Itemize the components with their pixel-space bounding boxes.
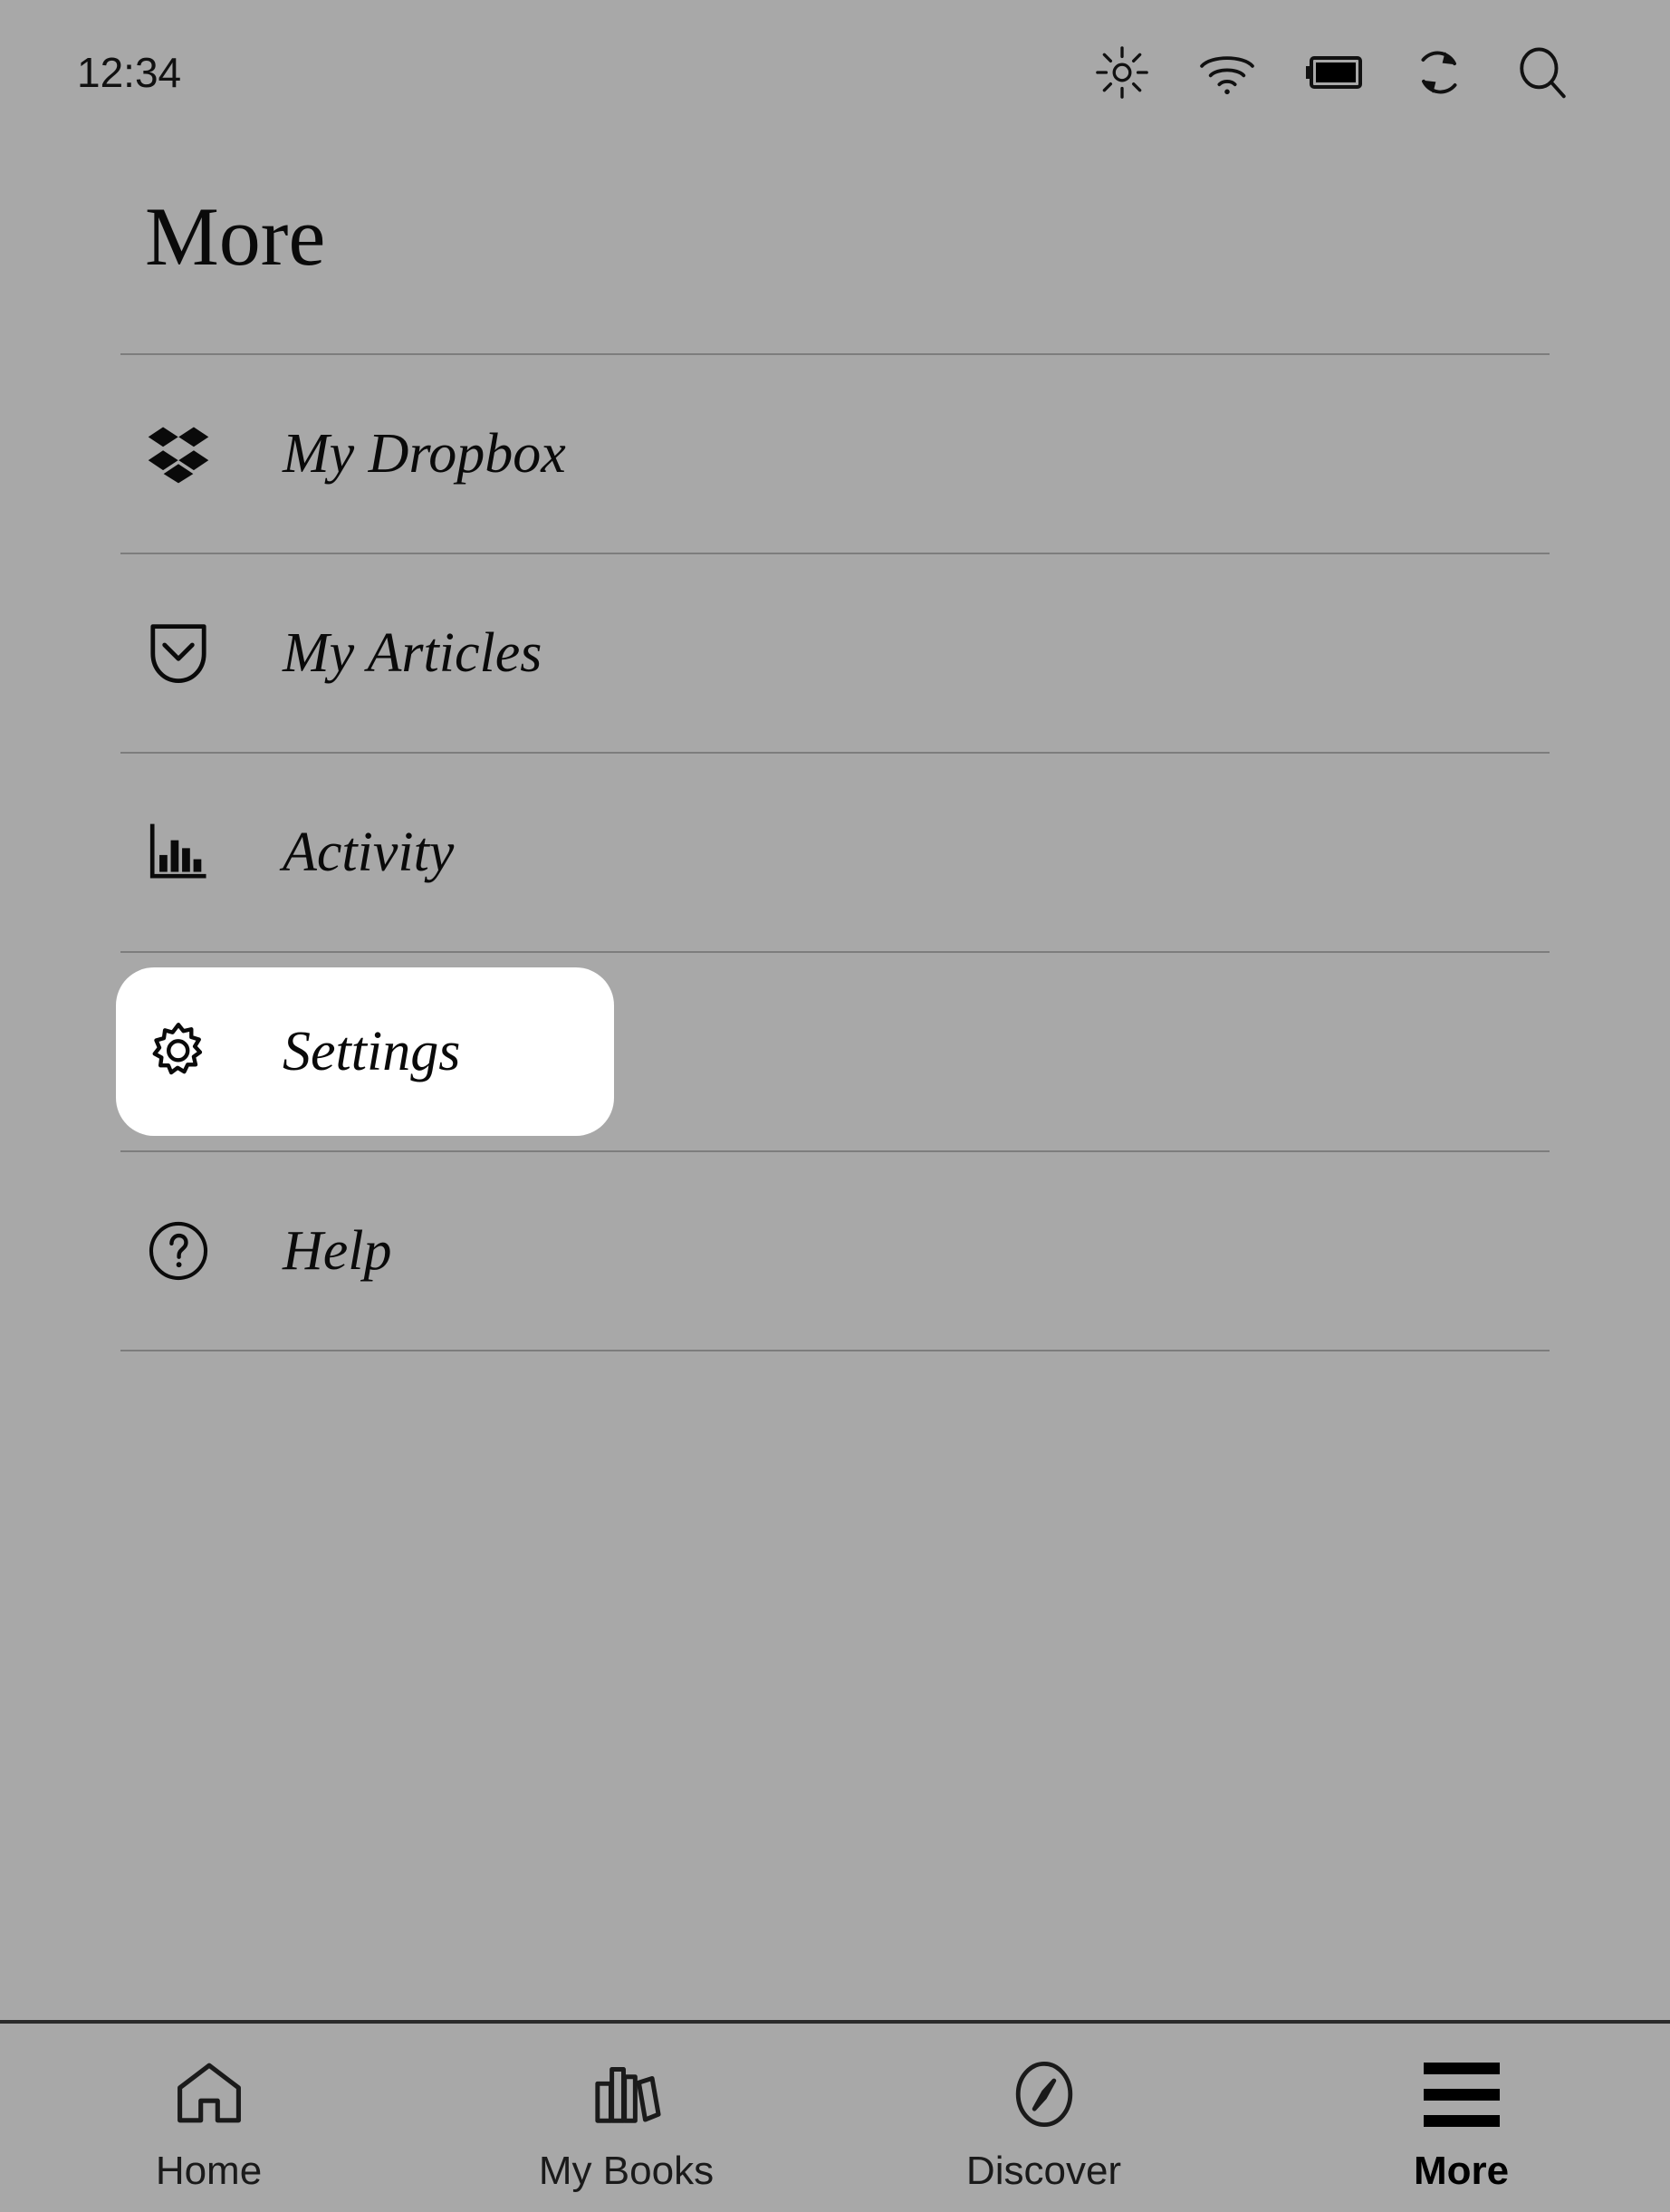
nav-tab-label: My Books bbox=[539, 2149, 714, 2194]
nav-tab-discover[interactable]: Discover bbox=[835, 2024, 1252, 2212]
brightness-icon[interactable] bbox=[1094, 44, 1150, 101]
battery-icon[interactable] bbox=[1304, 54, 1364, 91]
menu-item-my-articles[interactable]: My Articles bbox=[0, 554, 1670, 752]
menu-item-label: Help bbox=[283, 1219, 392, 1284]
status-bar: 12:34 bbox=[0, 0, 1670, 145]
divider bbox=[120, 1350, 1550, 1351]
ereader-more-screen: 12:34 bbox=[0, 0, 1670, 2212]
menu-item-label: My Dropbox bbox=[283, 422, 566, 486]
bottom-navigation-bar: Home My Books Discover bbox=[0, 2020, 1670, 2212]
nav-tab-label: Discover bbox=[966, 2149, 1121, 2194]
books-icon bbox=[592, 2056, 661, 2132]
page-title: More bbox=[145, 195, 325, 278]
nav-tab-label: More bbox=[1414, 2149, 1509, 2194]
compass-icon bbox=[1011, 2056, 1078, 2132]
wifi-icon[interactable] bbox=[1197, 49, 1257, 96]
menu-item-label: Activity bbox=[283, 821, 454, 885]
menu-item-my-dropbox[interactable]: My Dropbox bbox=[0, 355, 1670, 553]
bar-chart-icon bbox=[145, 819, 212, 886]
menu-item-label: My Articles bbox=[283, 621, 542, 686]
question-circle-icon bbox=[145, 1217, 212, 1284]
nav-tab-home[interactable]: Home bbox=[0, 2024, 418, 2212]
status-time: 12:34 bbox=[77, 48, 181, 97]
search-icon[interactable] bbox=[1514, 44, 1570, 101]
menu-item-activity[interactable]: Activity bbox=[0, 754, 1670, 951]
menu-item-label: Settings bbox=[283, 1020, 460, 1084]
nav-tab-my-books[interactable]: My Books bbox=[418, 2024, 835, 2212]
sync-icon[interactable] bbox=[1411, 44, 1467, 101]
dropbox-icon bbox=[145, 420, 212, 487]
status-icon-group bbox=[1094, 44, 1570, 101]
gear-icon bbox=[145, 1018, 212, 1085]
pocket-icon bbox=[145, 620, 212, 687]
home-icon bbox=[174, 2056, 245, 2132]
hamburger-icon bbox=[1424, 2056, 1500, 2132]
menu-item-settings[interactable]: Settings bbox=[0, 953, 1670, 1150]
nav-tab-more[interactable]: More bbox=[1252, 2024, 1670, 2212]
nav-tab-label: Home bbox=[156, 2149, 262, 2194]
more-menu-list: My Dropbox My Articles bbox=[0, 353, 1670, 1351]
menu-item-help[interactable]: Help bbox=[0, 1152, 1670, 1350]
